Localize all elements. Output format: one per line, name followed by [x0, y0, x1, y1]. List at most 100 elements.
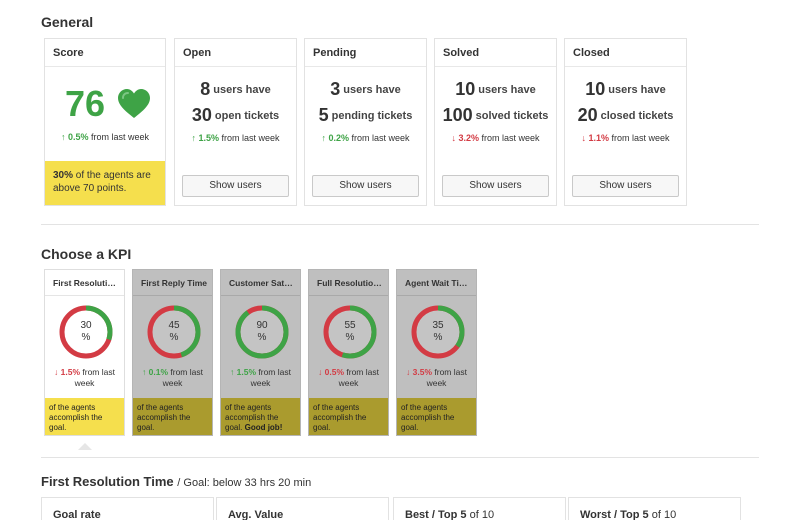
stat-delta: ↓ 3.2% from last week: [435, 133, 556, 143]
section-divider: [41, 457, 759, 458]
detail-card-title: Best / Top 5 of 10: [405, 509, 494, 520]
stat-delta-pct: 1.5%: [198, 133, 219, 143]
kpi-note: of the agents accomplish the goal.: [45, 398, 124, 435]
tickets-row: 5 pending tickets: [305, 105, 426, 126]
kpi-note: of the agents accomplish the goal.: [133, 398, 212, 435]
arrow-up-icon: ↑: [230, 367, 237, 377]
kpi-delta: ↓ 0.5% from last week: [313, 367, 384, 389]
kpi-delta-text: from last week: [74, 367, 115, 388]
kpi-note-bold: Good job!: [244, 423, 283, 432]
stat-card-pending: Pending 3 users have 5 pending tickets ↑ 0.2%…: [304, 38, 427, 206]
tickets-row: 30 open tickets: [175, 105, 296, 126]
tickets-count: 100: [442, 105, 473, 125]
score-value: 76: [65, 83, 106, 124]
kpi-note: of the agents accomplish the goal.: [397, 398, 476, 435]
arrow-down-icon: ↓: [406, 367, 413, 377]
kpi-title: Full Resolution Time: [317, 278, 383, 288]
stat-card-solved-title: Solved: [443, 47, 480, 59]
kpi-card-full-resolution-time[interactable]: Full Resolution Time 55% ↓ 0.5% from last …: [308, 269, 389, 436]
score-card: Score 76 ↑ 0.5% from last week 30% of th…: [44, 38, 166, 206]
tickets-label: open tickets: [214, 109, 280, 122]
show-users-button[interactable]: Show users: [182, 175, 289, 197]
kpi-section-title: Choose a KPI: [41, 246, 132, 262]
kpi-delta-pct: 1.5%: [236, 367, 257, 377]
kpi-delta: ↓ 3.5% from last week: [401, 367, 472, 389]
stat-delta: ↑ 1.5% from last week: [175, 133, 296, 143]
kpi-title: First Reply Time: [141, 278, 207, 288]
score-delta: ↑ 0.5% from last week: [45, 132, 165, 142]
score-delta-pct: 0.5%: [67, 132, 89, 142]
kpi-title: First Resolution Time: [53, 278, 119, 288]
kpi-delta-pct: 0.5%: [324, 367, 345, 377]
detail-title: First Resolution Time / Goal: below 33 h…: [41, 474, 311, 489]
kpi-note: of the agents accomplish the goal. Good …: [221, 398, 300, 435]
kpi-value-unit: %: [345, 332, 355, 343]
score-card-title: Score: [53, 47, 84, 59]
users-count: 10: [455, 79, 476, 99]
kpi-value-unit: %: [433, 332, 443, 343]
stat-delta-text: from last week: [481, 133, 540, 143]
kpi-card-first-reply-time[interactable]: First Reply Time 45% ↑ 0.1% from last week…: [132, 269, 213, 436]
arrow-down-icon: ↓: [318, 367, 325, 377]
kpi-delta-pct: 3.5%: [412, 367, 433, 377]
stat-card-pending-title: Pending: [313, 47, 357, 59]
tickets-count: 5: [318, 105, 329, 125]
show-users-button[interactable]: Show users: [442, 175, 549, 197]
kpi-value-number: 35: [432, 320, 444, 331]
kpi-title: Customer Satisfaction: [229, 278, 295, 288]
tickets-row: 20 closed tickets: [565, 105, 686, 126]
kpi-card-agent-wait-time[interactable]: Agent Wait Time 35% ↓ 3.5% from last week o…: [396, 269, 477, 436]
kpi-card-first-resolution-time[interactable]: First Resolution Time 30% ↓ 1.5% from last…: [44, 269, 125, 436]
detail-card-title: Goal rate: [53, 509, 101, 520]
detail-card-title-text: Goal rate: [53, 509, 101, 520]
kpi-value-unit: %: [81, 332, 91, 343]
users-label: users have: [478, 83, 536, 96]
kpi-delta: ↑ 0.1% from last week: [137, 367, 208, 389]
stat-card-open: Open 8 users have 30 open tickets ↑ 1.5% from…: [174, 38, 297, 206]
detail-card-goal-rate: Goal rate: [41, 497, 214, 520]
detail-title-text: First Resolution Time: [41, 474, 174, 489]
kpi-value: 35%: [410, 320, 466, 344]
stat-delta-text: from last week: [611, 133, 670, 143]
detail-card-best-top-5: Best / Top 5 of 10: [393, 497, 566, 520]
tickets-count: 30: [191, 105, 212, 125]
heart-icon: [118, 89, 150, 118]
stat-delta-pct: 3.2%: [458, 133, 479, 143]
users-label: users have: [608, 83, 666, 96]
kpi-value: 45%: [146, 320, 202, 344]
show-users-button[interactable]: Show users: [312, 175, 419, 197]
kpi-delta-text: from last week: [162, 367, 203, 388]
stat-delta: ↓ 1.1% from last week: [565, 133, 686, 143]
users-count: 10: [585, 79, 606, 99]
users-row: 10 users have: [565, 79, 686, 100]
detail-card-avg-value: Avg. Value: [216, 497, 389, 520]
kpi-delta: ↑ 1.5% from last week: [225, 367, 296, 389]
detail-card-title-text: Worst / Top 5: [580, 509, 649, 520]
kpi-delta-text: from last week: [338, 367, 379, 388]
kpi-card-customer-satisfaction[interactable]: Customer Satisfaction 90% ↑ 1.5% from last…: [220, 269, 301, 436]
tickets-label: closed tickets: [600, 109, 674, 122]
users-row: 3 users have: [305, 79, 426, 100]
users-count: 8: [200, 79, 211, 99]
score-delta-text: from last week: [91, 132, 150, 142]
arrow-up-icon: ↑: [142, 367, 149, 377]
detail-card-title: Avg. Value: [228, 509, 283, 520]
tickets-count: 20: [577, 105, 598, 125]
detail-goal: / Goal: below 33 hrs 20 min: [177, 477, 312, 489]
kpi-note: of the agents accomplish the goal.: [309, 398, 388, 435]
kpi-value-unit: %: [169, 332, 179, 343]
kpi-title: Agent Wait Time: [405, 278, 471, 288]
stat-card-solved: Solved 10 users have 100 solved tickets ↓ 3.2…: [434, 38, 557, 206]
kpi-delta: ↓ 1.5% from last week: [49, 367, 120, 389]
users-row: 8 users have: [175, 79, 296, 100]
score-note-bold: 30%: [53, 170, 74, 181]
show-users-button[interactable]: Show users: [572, 175, 679, 197]
section-divider: [41, 224, 759, 225]
users-count: 3: [330, 79, 341, 99]
stat-delta-pct: 1.1%: [588, 133, 609, 143]
kpi-value: 30%: [58, 320, 114, 344]
users-label: users have: [213, 83, 271, 96]
tickets-row: 100 solved tickets: [435, 105, 556, 126]
detail-card-title-text: Best / Top 5: [405, 509, 467, 520]
kpi-value-unit: %: [257, 332, 267, 343]
